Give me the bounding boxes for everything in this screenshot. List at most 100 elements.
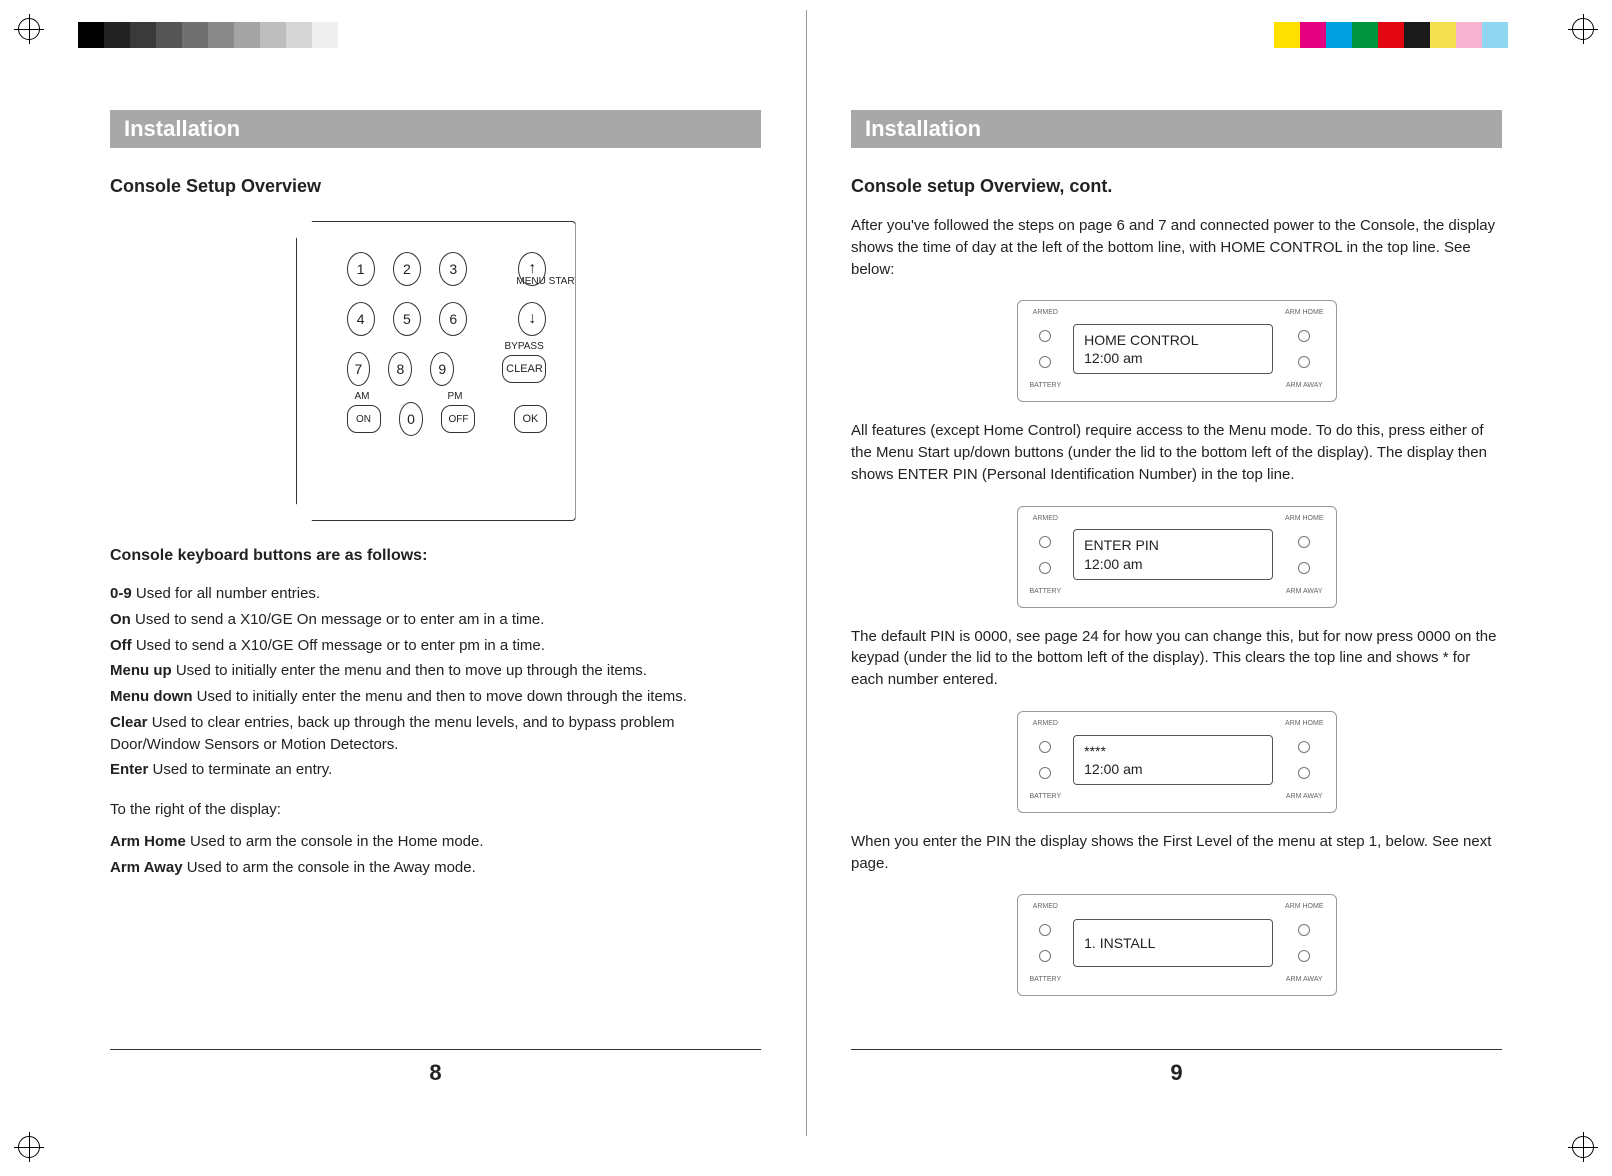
lcd-screen: HOME CONTROL12:00 am	[1073, 324, 1273, 374]
kb-item: Arm Away Used to arm the console in the …	[110, 857, 761, 879]
page-number-right: 9	[851, 1060, 1502, 1086]
color-swatch	[1352, 22, 1378, 48]
crop-mark-top-left	[18, 18, 40, 40]
lcd-line-2: 12:00 am	[1084, 555, 1262, 573]
lcd-unit: ARMEDBATTERYENTER PIN12:00 amARM HOMEARM…	[1017, 506, 1337, 608]
page-left: Installation Console Setup Overview 1 2 …	[110, 110, 761, 1086]
led-icon	[1039, 330, 1051, 342]
key-4: 4	[347, 302, 375, 336]
lcd-left-leds: ARMED BATTERY	[1030, 515, 1062, 595]
battery-label: BATTERY	[1030, 793, 1062, 800]
armed-label: ARMED	[1033, 903, 1058, 910]
para-3: The default PIN is 0000, see page 24 for…	[851, 626, 1502, 691]
arm-home-label: ARM HOME	[1285, 720, 1324, 727]
color-swatch	[1508, 22, 1534, 48]
led-icon	[1039, 356, 1051, 368]
lcd-right-buttons: ARM HOME ARM AWAY	[1285, 309, 1324, 389]
kb-item: Menu up Used to initially enter the menu…	[110, 660, 761, 682]
led-icon	[1039, 950, 1051, 962]
key-5: 5	[393, 302, 421, 336]
color-swatch	[182, 22, 208, 48]
color-swatch	[156, 22, 182, 48]
color-swatch	[78, 22, 104, 48]
section-title-left: Installation	[110, 110, 761, 148]
kb-item: Enter Used to terminate an entry.	[110, 759, 761, 781]
color-swatch	[312, 22, 338, 48]
kb-item: 0-9 Used for all number entries.	[110, 583, 761, 605]
arm-home-label: ARM HOME	[1285, 903, 1324, 910]
key-7: 7	[347, 352, 371, 386]
arm-away-label: ARM AWAY	[1286, 382, 1323, 389]
arm-away-label: ARM AWAY	[1286, 976, 1323, 983]
footer-rule-left	[110, 1049, 761, 1050]
button-icon	[1298, 950, 1310, 962]
lcd-right-buttons: ARM HOME ARM AWAY	[1285, 903, 1324, 983]
color-swatch	[1378, 22, 1404, 48]
lcd-4: ARMEDBATTERY1. INSTALLARM HOMEARM AWAY	[851, 894, 1502, 996]
arm-home-label: ARM HOME	[1285, 309, 1324, 316]
key-8: 8	[388, 352, 412, 386]
kb-item: Arm Home Used to arm the console in the …	[110, 831, 761, 853]
color-swatch	[104, 22, 130, 48]
pm-label: PM	[447, 391, 462, 402]
subheading-right: Console setup Overview, cont.	[851, 176, 1502, 197]
arm-home-label: ARM HOME	[1285, 515, 1324, 522]
keyboard-items-list: 0-9 Used for all number entries. On Used …	[110, 583, 761, 785]
lcd-3: ARMEDBATTERY****12:00 amARM HOMEARM AWAY	[851, 711, 1502, 813]
key-6: 6	[439, 302, 467, 336]
color-bar	[1274, 22, 1534, 48]
key-menu-down	[518, 302, 546, 336]
para-4: When you enter the PIN the display shows…	[851, 831, 1502, 875]
lcd-screen: 1. INSTALL	[1073, 919, 1273, 967]
key-3: 3	[439, 252, 467, 286]
color-swatch	[1430, 22, 1456, 48]
battery-label: BATTERY	[1030, 588, 1062, 595]
lcd-unit: ARMEDBATTERYHOME CONTROL12:00 amARM HOME…	[1017, 300, 1337, 402]
lcd-left-leds: ARMED BATTERY	[1030, 720, 1062, 800]
console-keypad-diagram: 1 2 3 MENU START 4 5 6 7 8 9	[296, 221, 576, 521]
color-swatch	[1300, 22, 1326, 48]
key-clear: CLEAR	[502, 355, 546, 383]
lcd-1: ARMEDBATTERYHOME CONTROL12:00 amARM HOME…	[851, 300, 1502, 402]
led-icon	[1039, 924, 1051, 936]
button-icon	[1298, 767, 1310, 779]
kb-item: Off Used to send a X10/GE Off message or…	[110, 635, 761, 657]
lcd-unit: ARMEDBATTERY1. INSTALLARM HOMEARM AWAY	[1017, 894, 1337, 996]
lcd-line-1: ENTER PIN	[1084, 536, 1262, 554]
kb-heading: Console keyboard buttons are as follows:	[110, 547, 761, 565]
led-icon	[1039, 741, 1051, 753]
led-icon	[1039, 536, 1051, 548]
para-1: After you've followed the steps on page …	[851, 215, 1502, 280]
arm-away-label: ARM AWAY	[1286, 588, 1323, 595]
button-icon	[1298, 536, 1310, 548]
color-swatch	[286, 22, 312, 48]
color-swatch	[1274, 22, 1300, 48]
kb-item: Menu down Used to initially enter the me…	[110, 686, 761, 708]
color-swatch	[1482, 22, 1508, 48]
armed-label: ARMED	[1033, 309, 1058, 316]
menu-start-label: MENU START	[516, 276, 580, 287]
am-label: AM	[355, 391, 370, 402]
lcd-line-2: 12:00 am	[1084, 760, 1262, 778]
key-on: ON	[347, 405, 381, 433]
lcd-line-1: 1. INSTALL	[1084, 934, 1262, 952]
lcd-right-buttons: ARM HOME ARM AWAY	[1285, 515, 1324, 595]
color-swatch	[208, 22, 234, 48]
button-icon	[1298, 356, 1310, 368]
key-ok: OK	[514, 405, 546, 433]
armed-label: ARMED	[1033, 720, 1058, 727]
armed-label: ARMED	[1033, 515, 1058, 522]
page-right: Installation Console setup Overview, con…	[851, 110, 1502, 1086]
color-swatch	[130, 22, 156, 48]
led-icon	[1039, 562, 1051, 574]
subheading-left: Console Setup Overview	[110, 176, 761, 197]
color-swatch	[1326, 22, 1352, 48]
right-of-display-label: To the right of the display:	[110, 799, 761, 821]
color-swatch	[1404, 22, 1430, 48]
kb-item: On Used to send a X10/GE On message or t…	[110, 609, 761, 631]
button-icon	[1298, 562, 1310, 574]
arrow-down-icon	[528, 310, 536, 328]
crop-mark-bottom-left	[18, 1136, 40, 1158]
lcd-line-1: HOME CONTROL	[1084, 331, 1262, 349]
led-icon	[1039, 767, 1051, 779]
